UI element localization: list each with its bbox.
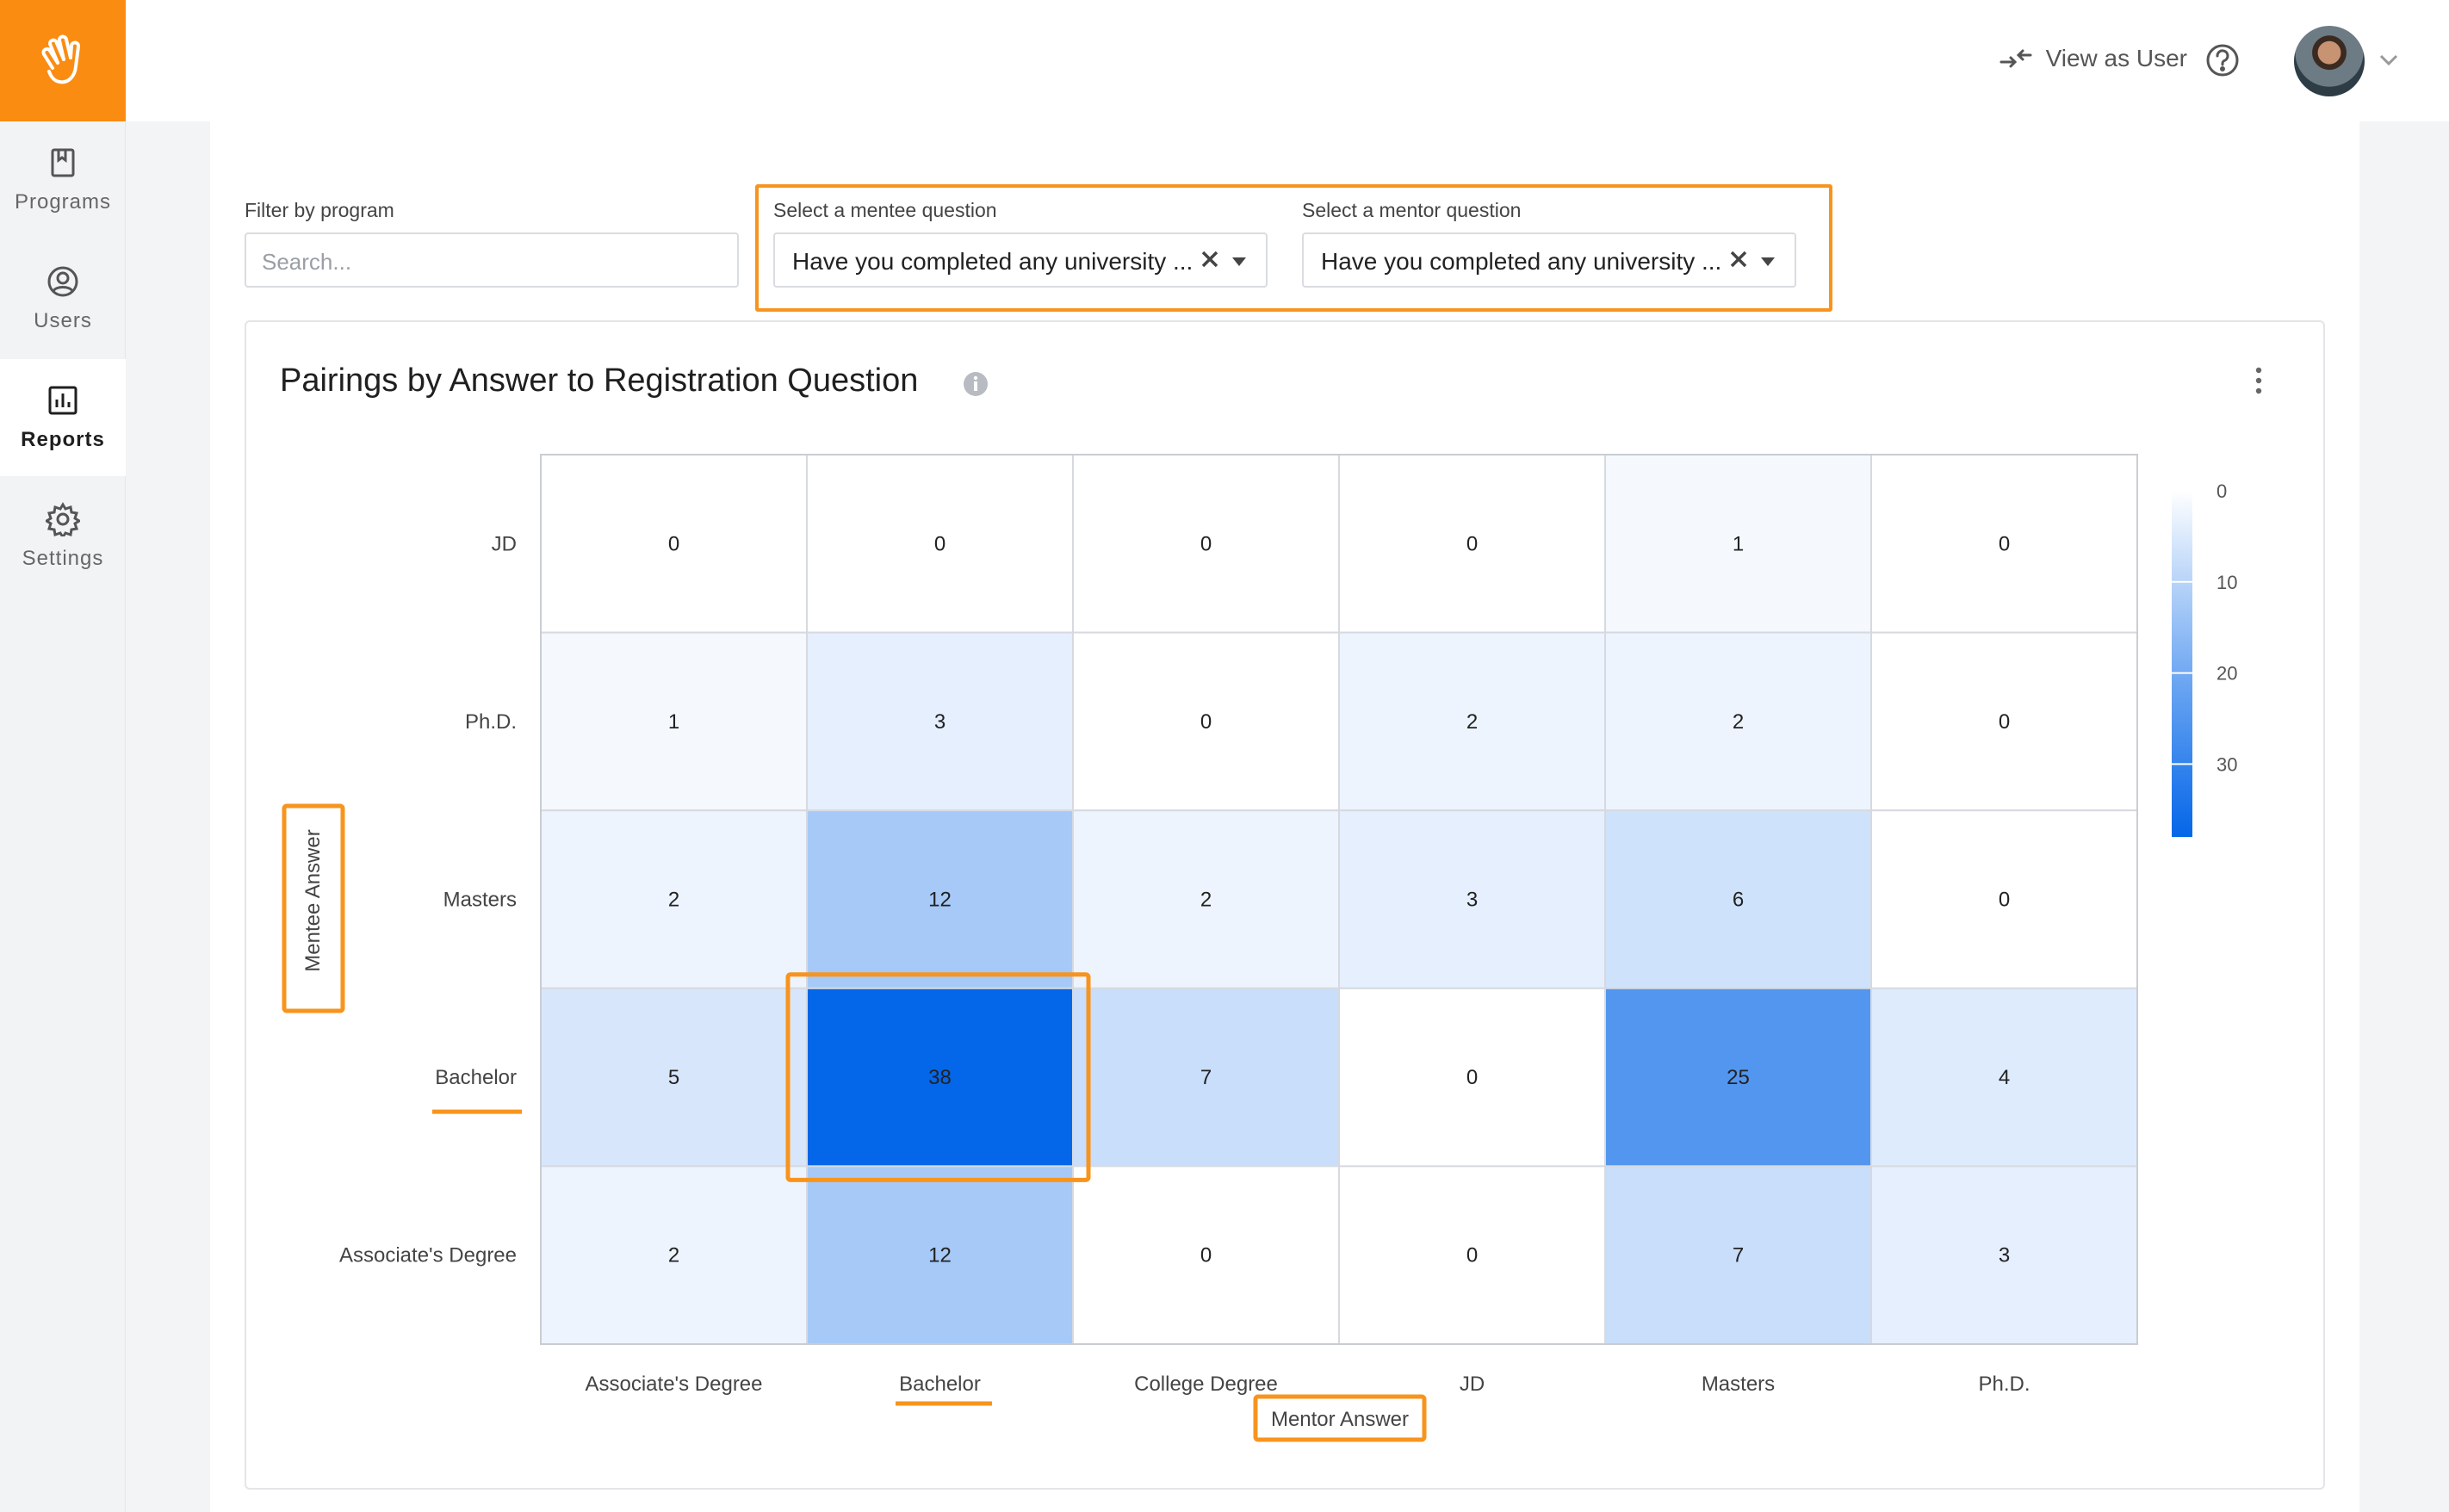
waving-hand-icon — [41, 34, 80, 84]
program-search-placeholder: Search... — [262, 249, 352, 275]
top-bar: View as User — [126, 0, 2449, 121]
more-options-icon[interactable] — [2253, 366, 2265, 395]
view-as-user-label: View as User — [2045, 45, 2187, 71]
swap-arrows-icon — [2000, 49, 2032, 68]
sidebar-item-programs[interactable]: Programs — [0, 121, 126, 239]
sidebar-item-settings[interactable]: Settings — [0, 478, 126, 595]
avatar[interactable] — [2294, 26, 2365, 96]
sidebar-item-label: Programs — [14, 190, 112, 214]
view-as-user-button[interactable]: View as User — [2000, 45, 2187, 72]
sidebar-item-reports[interactable]: Reports — [0, 359, 126, 476]
info-icon[interactable] — [963, 371, 989, 397]
sidebar-item-label: Users — [34, 309, 92, 332]
user-circle-icon — [47, 266, 78, 297]
sidebar: Programs Users Reports Settings — [0, 0, 126, 1512]
bar-chart-icon — [48, 386, 78, 415]
bookmark-icon — [51, 148, 75, 177]
sidebar-item-users[interactable]: Users — [0, 240, 126, 357]
logo[interactable] — [0, 0, 126, 121]
gear-icon — [46, 502, 80, 536]
chevron-down-icon[interactable] — [2378, 53, 2399, 67]
sidebar-item-label: Settings — [22, 547, 104, 570]
program-filter-label: Filter by program — [245, 199, 394, 221]
question-circle-icon[interactable] — [2205, 43, 2240, 77]
program-search-input[interactable]: Search... — [245, 232, 739, 288]
question-selectors-highlight — [755, 184, 1832, 312]
report-card — [245, 320, 2325, 1490]
sidebar-item-label: Reports — [21, 428, 105, 451]
card-title: Pairings by Answer to Registration Quest… — [280, 363, 919, 399]
